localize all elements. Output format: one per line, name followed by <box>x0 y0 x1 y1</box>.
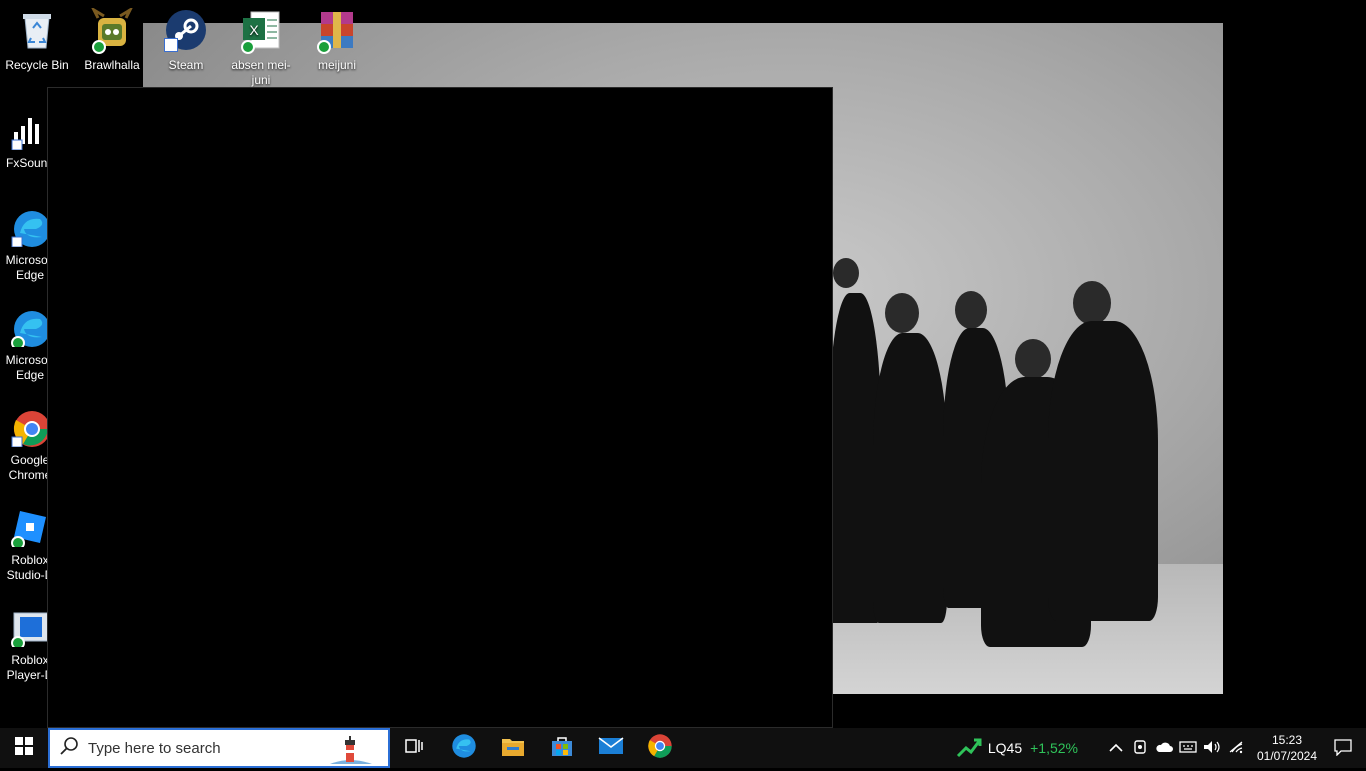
stock-name: LQ45 <box>987 740 1023 756</box>
mail-icon <box>598 736 624 761</box>
desktop-icon-absen-mei-juni[interactable]: X absen mei-juni <box>224 8 298 88</box>
clock-date: 01/07/2024 <box>1256 749 1318 763</box>
stock-chart-icon <box>956 736 982 761</box>
clock-time: 15:23 <box>1271 733 1303 747</box>
desktop: Recycle Bin Brawlhalla Steam X absen mei… <box>0 0 1366 728</box>
windows-logo-icon <box>15 736 33 760</box>
notification-icon <box>1334 738 1352 759</box>
desktop-icon-fxsound[interactable]: FxSound <box>0 110 48 171</box>
steam-icon <box>164 8 208 52</box>
system-tray: LQ45 +1,52% 15:23 01/07/2024 <box>956 728 1366 768</box>
taskbar-search-box[interactable] <box>48 728 390 768</box>
show-hidden-icons-button[interactable] <box>1104 728 1128 768</box>
speaker-icon <box>1203 740 1221 757</box>
meet-now-icon <box>1132 739 1148 758</box>
search-input[interactable] <box>88 739 308 757</box>
task-view-icon <box>404 737 425 760</box>
chevron-up-icon <box>1109 741 1123 756</box>
desktop-icon-roblox-player[interactable]: Roblox Player-D <box>0 607 48 683</box>
desktop-icon-meijuni[interactable]: meijuni <box>300 8 374 73</box>
excel-icon: X <box>239 8 283 54</box>
taskbar: LQ45 +1,52% <box>0 728 1366 768</box>
network-button[interactable] <box>1224 728 1248 768</box>
desktop-icon-roblox-studio[interactable]: Roblox Studio-D <box>0 507 48 583</box>
desktop-icon-edge-2[interactable]: Microsoft Edge <box>0 307 48 383</box>
blank-window[interactable] <box>47 87 833 728</box>
task-view-button[interactable] <box>390 728 439 768</box>
stock-widget[interactable]: LQ45 +1,52% <box>956 736 1078 761</box>
keyboard-icon <box>1179 740 1197 757</box>
tray-device-button[interactable] <box>1128 728 1152 768</box>
desktop-icon-recycle-bin[interactable]: Recycle Bin <box>0 8 74 73</box>
edge-icon <box>451 733 477 764</box>
lighthouse-icon <box>326 734 374 766</box>
desktop-icon-edge-1[interactable]: Microsoft Edge <box>0 207 48 283</box>
fxsound-icon <box>10 110 48 151</box>
input-language-button[interactable] <box>1176 728 1200 768</box>
svg-text:X: X <box>249 22 259 38</box>
volume-button[interactable] <box>1200 728 1224 768</box>
edge-icon <box>10 307 48 350</box>
chrome-icon <box>647 733 673 764</box>
roblox-studio-icon <box>10 507 48 550</box>
taskbar-store-button[interactable] <box>537 728 586 768</box>
action-center-button[interactable] <box>1320 738 1366 759</box>
recycle-bin-icon <box>15 8 59 52</box>
roblox-player-icon <box>10 607 48 650</box>
chrome-icon <box>10 407 48 448</box>
wifi-icon <box>1228 740 1244 757</box>
microsoft-store-icon <box>550 734 574 763</box>
taskbar-mail-button[interactable] <box>586 728 635 768</box>
stock-change: +1,52% <box>1030 740 1078 756</box>
file-explorer-icon <box>501 735 525 762</box>
clock[interactable]: 15:23 01/07/2024 <box>1254 732 1320 764</box>
taskbar-chrome-button[interactable] <box>635 728 684 768</box>
desktop-icon-brawlhalla[interactable]: Brawlhalla <box>75 6 149 73</box>
desktop-icon-chrome[interactable]: Google Chrome <box>0 407 48 483</box>
winrar-icon <box>315 8 359 54</box>
brawlhalla-icon <box>90 6 134 54</box>
taskbar-file-explorer-button[interactable] <box>488 728 537 768</box>
onedrive-button[interactable] <box>1152 728 1176 768</box>
onedrive-cloud-icon <box>1155 741 1173 756</box>
desktop-icon-steam[interactable]: Steam <box>149 8 223 73</box>
taskbar-edge-button[interactable] <box>439 728 488 768</box>
search-icon <box>60 736 78 760</box>
edge-icon <box>10 207 48 248</box>
start-button[interactable] <box>0 728 48 768</box>
